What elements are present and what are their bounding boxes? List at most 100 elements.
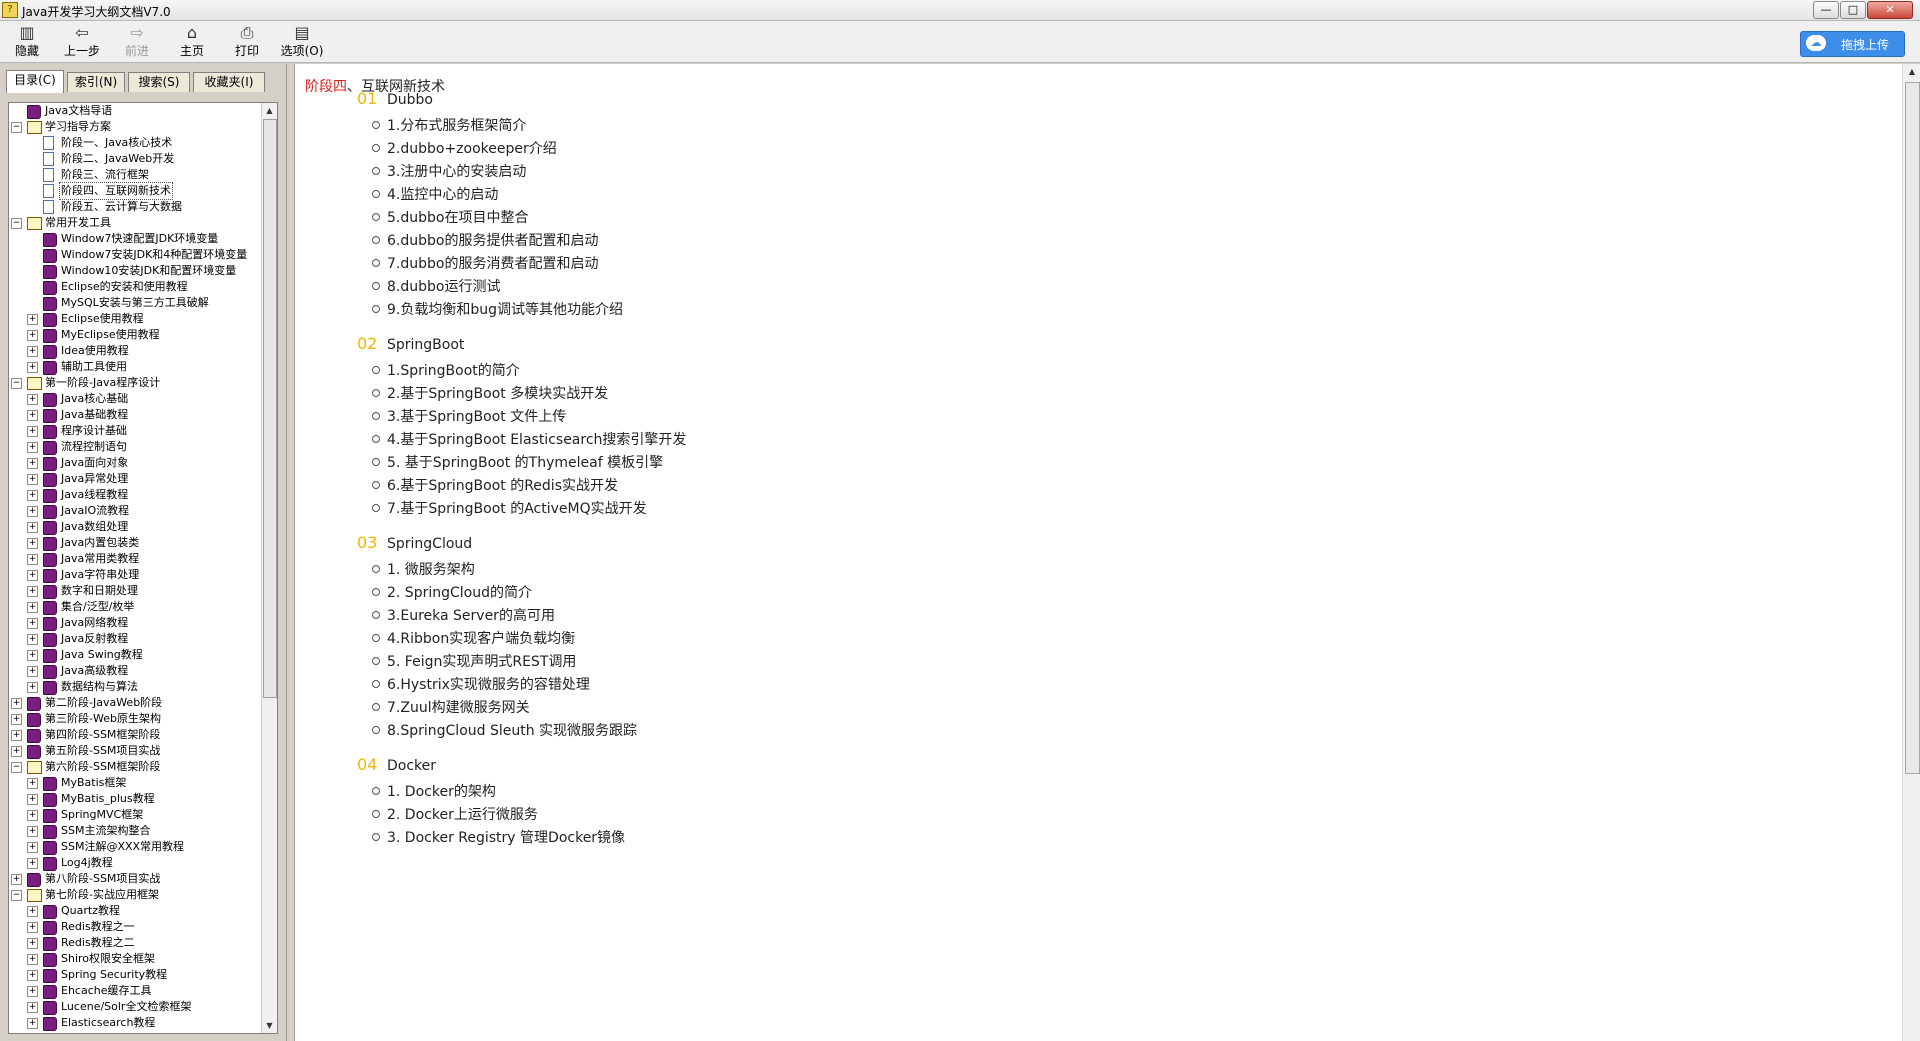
tree-item[interactable]: Window7快速配置JDK环境变量 (9, 231, 259, 247)
tree-item[interactable]: + Quartz教程 (9, 903, 259, 919)
tree-item[interactable]: − 第六阶段-SSM框架阶段 (9, 759, 259, 775)
expand-icon[interactable]: + (27, 586, 38, 597)
close-button[interactable]: ✕ (1867, 1, 1913, 19)
print-button[interactable]: ⎙ 打印 (222, 23, 272, 61)
expand-icon[interactable]: + (27, 666, 38, 677)
tree-item[interactable]: + Java数组处理 (9, 519, 259, 535)
tree-item[interactable]: 阶段四、互联网新技术 (9, 182, 259, 200)
expand-icon[interactable]: + (27, 538, 38, 549)
expand-icon[interactable]: + (27, 362, 38, 373)
expand-icon[interactable]: + (27, 938, 38, 949)
tree-item[interactable]: Window10安装JDK和配置环境变量 (9, 263, 259, 279)
tree-item[interactable]: + 程序设计基础 (9, 423, 259, 439)
home-button[interactable]: ⌂ 主页 (167, 23, 217, 61)
expand-icon[interactable]: + (27, 650, 38, 661)
expand-icon[interactable]: + (27, 602, 38, 613)
tree-item[interactable]: + Shiro权限安全框架 (9, 951, 259, 967)
content-scrollbar[interactable]: ▲ (1902, 64, 1920, 1041)
collapse-icon[interactable]: − (11, 890, 22, 901)
tree-item[interactable]: + SSM注解@XXX常用教程 (9, 839, 259, 855)
hide-button[interactable]: ▥ 隐藏 (2, 23, 52, 61)
expand-icon[interactable]: + (27, 634, 38, 645)
content-scroll-thumb[interactable] (1905, 82, 1920, 774)
tree-item[interactable]: + 数据结构与算法 (9, 679, 259, 695)
expand-icon[interactable]: + (27, 970, 38, 981)
collapse-icon[interactable]: − (11, 218, 22, 229)
expand-icon[interactable]: + (27, 954, 38, 965)
tab-contents[interactable]: 目录(C) (6, 70, 64, 93)
scroll-up-icon[interactable]: ▲ (262, 103, 277, 118)
expand-icon[interactable]: + (27, 682, 38, 693)
tree-item[interactable]: + Eclipse使用教程 (9, 311, 259, 327)
tree-scroll-thumb[interactable] (263, 119, 277, 698)
expand-icon[interactable]: + (27, 1018, 38, 1029)
tree-item[interactable]: 阶段五、云计算与大数据 (9, 199, 259, 215)
tree-item[interactable]: + 第五阶段-SSM项目实战 (9, 743, 259, 759)
tree-item[interactable]: + MyEclipse使用教程 (9, 327, 259, 343)
expand-icon[interactable]: + (27, 394, 38, 405)
expand-icon[interactable]: + (27, 826, 38, 837)
collapse-icon[interactable]: − (11, 762, 22, 773)
expand-icon[interactable]: + (27, 346, 38, 357)
tree-item[interactable]: + SSM主流架构整合 (9, 823, 259, 839)
tree-item[interactable]: + 流程控制语句 (9, 439, 259, 455)
tree-item[interactable]: + Log4j教程 (9, 855, 259, 871)
expand-icon[interactable]: + (27, 458, 38, 469)
tree-item[interactable]: + SpringMVC框架 (9, 807, 259, 823)
tree-item[interactable]: Java文档导语 (9, 103, 259, 119)
tree-item[interactable]: + Java异常处理 (9, 471, 259, 487)
tree-item[interactable]: + Idea使用教程 (9, 343, 259, 359)
tree-item[interactable]: + Java基础教程 (9, 407, 259, 423)
tree-item[interactable]: + MyBatis_plus教程 (9, 791, 259, 807)
tree-item[interactable]: − 第一阶段-Java程序设计 (9, 375, 259, 391)
tab-search[interactable]: 搜索(S) (128, 72, 190, 92)
tree-item[interactable]: + Java反射教程 (9, 631, 259, 647)
tree-item[interactable]: + MyBatis框架 (9, 775, 259, 791)
upload-button[interactable]: ☁ 拖拽上传 (1800, 31, 1905, 57)
tree-scrollbar[interactable]: ▲ ▼ (261, 103, 277, 1033)
tree-item[interactable]: + Lucene/Solr全文检索框架 (9, 999, 259, 1015)
expand-icon[interactable]: + (27, 506, 38, 517)
tree-item[interactable]: + Java线程教程 (9, 487, 259, 503)
content-scroll-up-icon[interactable]: ▲ (1903, 64, 1920, 79)
expand-icon[interactable]: + (11, 874, 22, 885)
expand-icon[interactable]: + (27, 1002, 38, 1013)
tree-item[interactable]: + Java核心基础 (9, 391, 259, 407)
tree-item[interactable]: − 第七阶段-实战应用框架 (9, 887, 259, 903)
tree-item[interactable]: + Java字符串处理 (9, 567, 259, 583)
tree-item[interactable]: + JavaIO流教程 (9, 503, 259, 519)
expand-icon[interactable]: + (11, 714, 22, 725)
tree-item[interactable]: 阶段三、流行框架 (9, 167, 259, 183)
expand-icon[interactable]: + (11, 730, 22, 741)
tree-item[interactable]: + Java面向对象 (9, 455, 259, 471)
expand-icon[interactable]: + (27, 554, 38, 565)
expand-icon[interactable]: + (27, 330, 38, 341)
tree-item[interactable]: 阶段二、JavaWeb开发 (9, 151, 259, 167)
tree-item[interactable]: + 辅助工具使用 (9, 359, 259, 375)
tree-item[interactable]: + 第四阶段-SSM框架阶段 (9, 727, 259, 743)
expand-icon[interactable]: + (27, 426, 38, 437)
tree-item[interactable]: + Elasticsearch教程 (9, 1015, 259, 1031)
expand-icon[interactable]: + (27, 922, 38, 933)
tree-item[interactable]: + 数字和日期处理 (9, 583, 259, 599)
tree-item[interactable]: + 第二阶段-JavaWeb阶段 (9, 695, 259, 711)
expand-icon[interactable]: + (27, 794, 38, 805)
tree-item[interactable]: + Redis教程之二 (9, 935, 259, 951)
scroll-down-icon[interactable]: ▼ (262, 1018, 277, 1033)
forward-button[interactable]: ⇨ 前进 (112, 23, 162, 61)
expand-icon[interactable]: + (27, 986, 38, 997)
expand-icon[interactable]: + (27, 570, 38, 581)
tab-index[interactable]: 索引(N) (67, 72, 125, 92)
tree-item[interactable]: + Java常用类教程 (9, 551, 259, 567)
expand-icon[interactable]: + (27, 778, 38, 789)
tree-item[interactable]: Eclipse的安装和使用教程 (9, 279, 259, 295)
expand-icon[interactable]: + (27, 810, 38, 821)
tree-item[interactable]: − 常用开发工具 (9, 215, 259, 231)
tree-item[interactable]: Window7安装JDK和4种配置环境变量 (9, 247, 259, 263)
back-button[interactable]: ⇦ 上一步 (57, 23, 107, 61)
expand-icon[interactable]: + (27, 618, 38, 629)
expand-icon[interactable]: + (27, 858, 38, 869)
options-button[interactable]: ▤ 选项(O) (277, 23, 327, 61)
expand-icon[interactable]: + (11, 698, 22, 709)
expand-icon[interactable]: + (27, 842, 38, 853)
